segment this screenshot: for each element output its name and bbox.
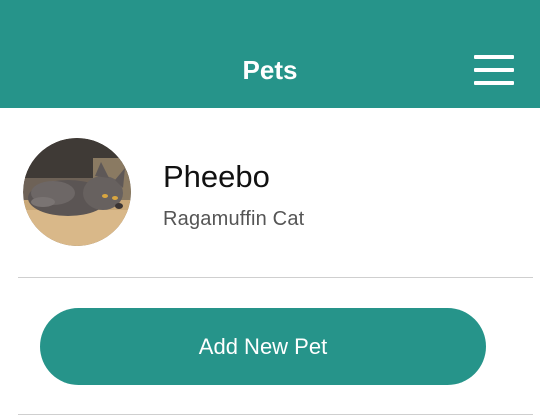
cat-photo bbox=[23, 138, 131, 246]
hamburger-menu-icon bbox=[474, 55, 514, 85]
menu-button[interactable] bbox=[474, 55, 514, 85]
pets-screen: Pets Pheebo Ragamuffin Cat Add New Pet bbox=[0, 0, 540, 417]
pet-list-item[interactable]: Pheebo Ragamuffin Cat bbox=[0, 108, 540, 278]
app-header: Pets bbox=[0, 0, 540, 108]
page-title: Pets bbox=[242, 55, 298, 85]
pet-name: Pheebo bbox=[163, 159, 270, 194]
pet-breed: Ragamuffin Cat bbox=[163, 208, 305, 230]
divider bbox=[18, 414, 533, 415]
divider bbox=[18, 277, 533, 278]
pet-avatar bbox=[23, 138, 131, 246]
add-new-pet-button[interactable]: Add New Pet bbox=[40, 308, 486, 385]
